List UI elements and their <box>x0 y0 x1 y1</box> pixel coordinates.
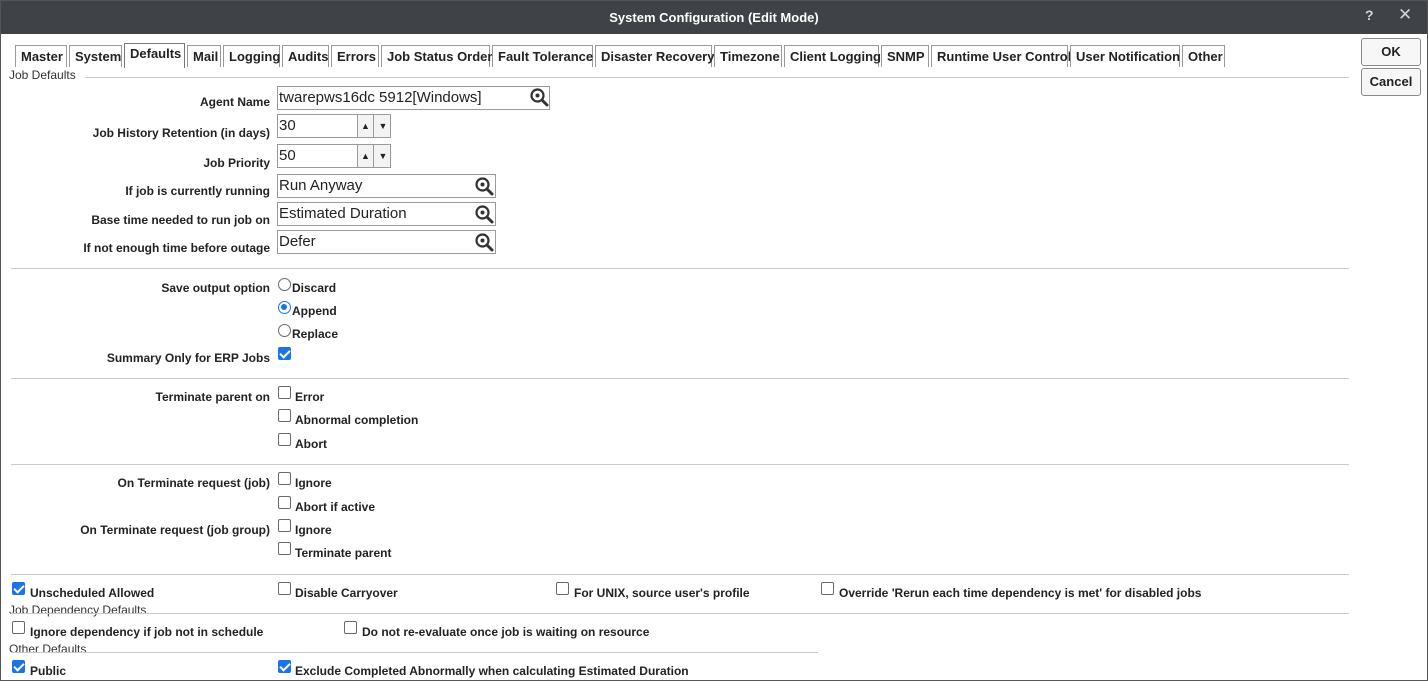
title-bar: System Configuration (Edit Mode) ? ✕ <box>1 1 1427 34</box>
spin-up-icon[interactable]: ▲ <box>358 115 374 137</box>
tab-mail[interactable]: Mail <box>187 45 221 67</box>
override-rerun-checkbox[interactable] <box>821 582 834 595</box>
exclude-abnormal-checkbox[interactable] <box>278 660 291 673</box>
agent-name-label: Agent Name <box>199 95 270 109</box>
history-retention-stepper[interactable]: ▲ ▼ <box>357 114 391 138</box>
tab-client-logging[interactable]: Client Logging <box>784 45 881 67</box>
tab-logging[interactable]: Logging <box>223 45 280 67</box>
if-running-lookup-icon[interactable] <box>474 176 494 196</box>
spin-down-icon[interactable]: ▼ <box>375 145 391 167</box>
discard-option-label: Discard <box>292 281 337 295</box>
ignore-dependency-checkbox[interactable] <box>12 621 25 634</box>
cancel-button[interactable]: Cancel <box>1361 68 1421 96</box>
base-time-field[interactable]: Estimated Duration <box>277 202 496 226</box>
abort-if-active-label: Abort if active <box>295 500 376 514</box>
divider <box>11 613 1349 614</box>
job-priority-label: Job Priority <box>203 156 270 170</box>
no-reevaluate-label: Do not re-evaluate once job is waiting o… <box>362 625 650 639</box>
history-retention-label: Job History Retention (in days) <box>92 126 270 140</box>
terminate-job-ignore-checkbox[interactable] <box>278 472 291 485</box>
not-enough-time-label: If not enough time before outage <box>83 241 270 255</box>
tab-master[interactable]: Master <box>15 45 67 67</box>
tab-job-status-order[interactable]: Job Status Order <box>381 45 492 67</box>
append-radio[interactable] <box>278 301 291 314</box>
unscheduled-allowed-label: Unscheduled Allowed <box>30 586 155 600</box>
terminate-parent-label: Terminate parent on <box>155 390 270 404</box>
public-checkbox[interactable] <box>12 660 25 673</box>
divider <box>11 652 818 653</box>
tab-errors[interactable]: Errors <box>331 45 379 67</box>
replace-option-label: Replace <box>292 327 339 341</box>
spin-up-icon[interactable]: ▲ <box>358 145 374 167</box>
terminate-abort-label: Abort <box>295 437 327 451</box>
if-running-field[interactable]: Run Anyway <box>277 174 496 198</box>
no-reevaluate-checkbox[interactable] <box>344 621 357 634</box>
summary-only-checkbox[interactable] <box>278 347 291 360</box>
terminate-error-label: Error <box>295 390 325 404</box>
divider <box>85 77 1349 78</box>
terminate-abnormal-checkbox[interactable] <box>278 409 291 422</box>
append-option-label: Append <box>292 304 337 318</box>
terminate-job-ignore-label: Ignore <box>295 476 332 490</box>
terminate-group-label: On Terminate request (job group) <box>80 523 270 537</box>
if-running-label: If job is currently running <box>125 184 270 198</box>
terminate-abort-checkbox[interactable] <box>278 433 291 446</box>
save-output-label: Save output option <box>161 281 270 295</box>
terminate-parent-checkbox[interactable] <box>278 542 291 555</box>
public-label: Public <box>30 664 67 678</box>
discard-radio[interactable] <box>278 278 291 291</box>
terminate-parent-option-label: Terminate parent <box>295 546 392 560</box>
help-icon[interactable]: ? <box>1365 7 1374 23</box>
tab-disaster-recovery[interactable]: Disaster Recovery <box>595 45 714 67</box>
summary-only-label: Summary Only for ERP Jobs <box>106 351 270 365</box>
job-priority-stepper[interactable]: ▲ ▼ <box>357 144 391 168</box>
base-time-label: Base time needed to run job on <box>91 213 270 227</box>
exclude-abnormal-label: Exclude Completed Abnormally when calcul… <box>295 664 689 678</box>
job-priority-input[interactable]: 50 <box>277 144 358 168</box>
tab-snmp[interactable]: SNMP <box>881 45 929 67</box>
replace-radio[interactable] <box>278 324 291 337</box>
disable-carryover-label: Disable Carryover <box>295 586 398 600</box>
base-time-lookup-icon[interactable] <box>474 204 494 224</box>
terminate-job-label: On Terminate request (job) <box>117 476 270 490</box>
tab-other[interactable]: Other <box>1182 45 1225 67</box>
tab-system[interactable]: System <box>69 45 122 67</box>
terminate-abnormal-label: Abnormal completion <box>295 413 419 427</box>
override-rerun-label: Override 'Rerun each time dependency is … <box>839 586 1202 600</box>
terminate-group-ignore-checkbox[interactable] <box>278 519 291 532</box>
abort-if-active-checkbox[interactable] <box>278 496 291 509</box>
system-configuration-dialog: System Configuration (Edit Mode) ? ✕ Mas… <box>0 0 1428 681</box>
unix-profile-checkbox[interactable] <box>556 582 569 595</box>
agent-lookup-icon[interactable] <box>529 87 549 107</box>
divider <box>11 268 1349 269</box>
ok-button[interactable]: OK <box>1361 38 1421 66</box>
dialog-title: System Configuration (Edit Mode) <box>609 10 819 25</box>
tab-audits[interactable]: Audits <box>282 45 329 67</box>
tab-user-notification[interactable]: User Notification <box>1070 45 1180 67</box>
divider <box>11 574 1349 575</box>
spin-down-icon[interactable]: ▼ <box>375 115 391 137</box>
tab-runtime-user-control[interactable]: Runtime User Control <box>931 45 1071 67</box>
not-enough-time-field[interactable]: Defer <box>277 230 496 254</box>
close-icon[interactable]: ✕ <box>1398 5 1412 25</box>
terminate-group-ignore-label: Ignore <box>295 523 332 537</box>
agent-name-field[interactable]: twarepws16dc 5912[Windows] <box>277 86 550 110</box>
job-defaults-heading: Job Defaults <box>9 68 76 82</box>
divider <box>11 464 1349 465</box>
tab-timezone[interactable]: Timezone <box>714 45 782 67</box>
tab-defaults[interactable]: Defaults <box>124 43 185 68</box>
dependency-defaults-heading: Job Dependency Defaults <box>9 603 147 617</box>
ignore-dependency-label: Ignore dependency if job not in schedule <box>30 625 264 639</box>
terminate-error-checkbox[interactable] <box>278 386 291 399</box>
divider <box>11 378 1349 379</box>
disable-carryover-checkbox[interactable] <box>278 582 291 595</box>
unscheduled-allowed-checkbox[interactable] <box>12 582 25 595</box>
tab-fault-tolerance[interactable]: Fault Tolerance <box>492 45 593 67</box>
other-defaults-heading: Other Defaults <box>9 642 87 656</box>
history-retention-input[interactable]: 30 <box>277 114 358 138</box>
unix-profile-label: For UNIX, source user's profile <box>574 586 750 600</box>
not-enough-time-lookup-icon[interactable] <box>474 232 494 252</box>
